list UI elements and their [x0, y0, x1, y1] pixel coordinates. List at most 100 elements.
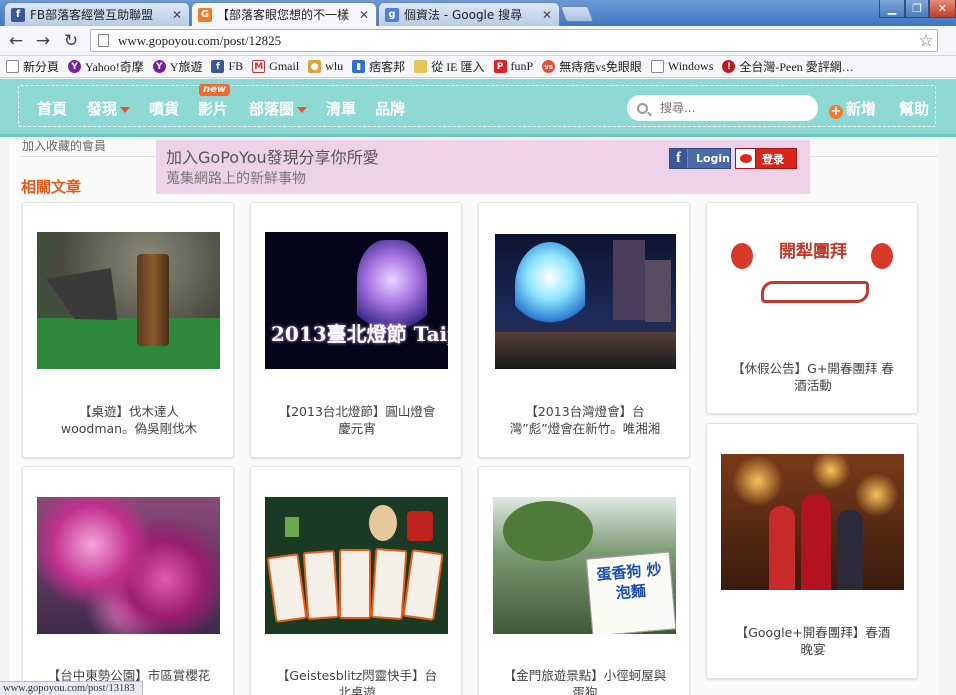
help-link[interactable]: 幫助 — [899, 98, 929, 119]
article-card[interactable]: 【台中東勢公園】市區賞櫻花 — [22, 466, 234, 695]
bookmark-label: wlu — [325, 59, 344, 73]
minimize-icon[interactable]: ▁ — [879, 0, 905, 18]
google-icon: g — [385, 7, 399, 22]
bookmark-item[interactable]: M Gmail — [252, 59, 299, 74]
article-card[interactable]: 蛋香狗 炒泡麵 【金門旅遊景點】小徑蚵屋與蛋狗 — [478, 466, 690, 695]
bookmark-item[interactable]: f FB — [211, 59, 243, 74]
nav-lists[interactable]: 清單 — [326, 98, 356, 119]
bookmark-label: FB — [228, 59, 244, 73]
article-thumbnail[interactable] — [721, 454, 904, 590]
tab-title: 個資法 - Google 搜尋 — [404, 8, 523, 22]
tree-shape — [503, 501, 593, 561]
yahoo-icon: Y — [68, 60, 82, 73]
nav-videos[interactable]: 影片 — [198, 98, 228, 119]
add-button[interactable]: + 新增 — [829, 98, 876, 119]
bookmark-item[interactable]: PfunP — [493, 59, 533, 74]
weibo-login-label: 登录 — [762, 152, 784, 166]
search-input[interactable] — [660, 101, 800, 115]
table-surface — [37, 318, 220, 369]
bookmark-item[interactable]: ▮ 痞客邦 — [352, 58, 405, 75]
article-caption[interactable]: 【Geistesblitz閃靈快手】台北桌遊 — [275, 667, 439, 695]
photo-overlay-text: 蛋香狗 炒泡麵 — [595, 560, 663, 603]
bookmark-item[interactable]: ● wlu — [308, 59, 343, 74]
article-thumbnail[interactable]: 開犁團拜 — [721, 233, 904, 326]
bookmark-label: 全台灣-Peen 愛評網… — [739, 60, 854, 74]
maximize-icon[interactable]: ❐ — [905, 0, 929, 18]
article-card[interactable]: 【Geistesblitz閃靈快手】台北桌遊 — [250, 466, 462, 695]
bookmark-label: 新分頁 — [23, 60, 60, 74]
nav-brands[interactable]: 品牌 — [375, 98, 405, 119]
tab-gopoyou[interactable]: G 【部落客眼您想的不一樣 ✕ — [191, 2, 377, 26]
window-close-icon[interactable]: ✕ — [929, 0, 956, 18]
browser-status-bar: www.gopoyou.com/post/13183 — [0, 681, 143, 695]
article-thumbnail[interactable] — [495, 234, 676, 369]
article-caption[interactable]: 【Google+開春團拜】春酒晚宴 — [731, 624, 895, 658]
add-label: 新增 — [846, 100, 877, 118]
chair-shape — [407, 511, 433, 541]
article-thumbnail[interactable] — [37, 232, 220, 369]
article-card[interactable]: 2013臺北燈節 Taipei 【2013台北燈節】圓山燈會慶元宵 — [250, 202, 462, 458]
person-shape — [837, 510, 863, 590]
god-costume-shape — [801, 494, 831, 590]
article-caption[interactable]: 【金門旅遊景點】小徑蚵屋與蛋狗 — [503, 667, 667, 695]
tiger-lantern-glow — [515, 242, 585, 330]
tab-google-search[interactable]: g 個資法 - Google 搜尋 ✕ — [378, 2, 560, 26]
plus-icon: + — [829, 104, 843, 119]
new-tab-button[interactable] — [560, 6, 594, 22]
bookmark-item[interactable]: Y Y旅遊 — [152, 58, 203, 75]
close-icon[interactable]: ✕ — [541, 8, 553, 22]
bookmark-item[interactable]: vs 無痔痞vs免眼眼 — [542, 58, 642, 75]
weibo-login-button[interactable]: 登录 — [735, 148, 797, 169]
game-card-shape — [339, 549, 371, 619]
article-thumbnail[interactable]: 蛋香狗 炒泡麵 — [493, 497, 676, 634]
lantern-shape — [871, 243, 893, 269]
article-card[interactable]: 開犁團拜 【休假公告】G+開春團拜 春酒活動 — [706, 202, 918, 414]
article-caption[interactable]: 【桌遊】伐木達人 woodman。偽吳剛伐木 — [47, 403, 211, 437]
address-url[interactable]: www.gopoyou.com/post/12825 — [118, 33, 915, 49]
reload-icon[interactable]: ↻ — [60, 30, 82, 52]
building-shape — [613, 240, 645, 320]
site-search-box[interactable] — [627, 95, 818, 121]
article-thumbnail[interactable] — [265, 497, 448, 634]
nav-blog-circle[interactable]: 部落圈 — [249, 98, 308, 119]
bookmark-star-icon[interactable]: ☆ — [915, 31, 937, 51]
gopoyou-icon: G — [198, 7, 212, 22]
bookmark-label: Y旅遊 — [169, 60, 203, 74]
bookmark-item[interactable]: 新分頁 — [6, 58, 59, 75]
back-arrow-icon[interactable]: ← — [5, 30, 27, 52]
bookmark-item[interactable]: ! 全台灣-Peen 愛評網… — [722, 58, 854, 75]
person-shape — [769, 506, 795, 590]
join-banner-title: 加入GoPoYou發現分享你所愛 — [166, 148, 379, 167]
close-icon[interactable]: ✕ — [171, 8, 183, 22]
article-caption[interactable]: 【2013台灣燈會】台灣”彪”燈會在新竹。唯湘湘 — [503, 403, 667, 437]
article-caption[interactable]: 【休假公告】G+開春團拜 春酒活動 — [731, 360, 895, 394]
article-card[interactable]: 【Google+開春團拜】春酒晚宴 — [706, 423, 918, 679]
new-badge: new — [199, 84, 231, 96]
nav-goods[interactable]: 噴貨 — [149, 98, 179, 119]
nav-home[interactable]: 首頁 — [37, 98, 67, 119]
nav-discover[interactable]: 發現 — [87, 98, 131, 119]
article-card[interactable]: 【桌遊】伐木達人 woodman。偽吳剛伐木 — [22, 202, 234, 458]
article-card[interactable]: 【2013台灣燈會】台灣”彪”燈會在新竹。唯湘湘 — [478, 202, 690, 458]
article-caption[interactable]: 【2013台北燈節】圓山燈會慶元宵 — [275, 403, 439, 437]
bookmark-item[interactable]: Windows — [650, 59, 713, 74]
article-thumbnail[interactable]: 2013臺北燈節 Taipei — [265, 232, 448, 369]
facebook-login-button[interactable]: f Login — [669, 148, 731, 169]
forward-arrow-icon[interactable]: → — [32, 30, 54, 52]
address-bar[interactable]: www.gopoyou.com/post/12825 ☆ — [90, 29, 938, 52]
page-icon — [98, 34, 109, 47]
article-thumbnail[interactable] — [37, 497, 220, 634]
bookmark-item[interactable]: 從 IE 匯入 — [414, 58, 485, 75]
facebook-icon: f — [11, 7, 25, 22]
bookmark-item[interactable]: Y Yahoo!奇摩 — [68, 58, 144, 75]
game-card-shape — [302, 549, 340, 621]
close-icon[interactable]: ✕ — [358, 8, 370, 22]
caret-down-icon — [297, 106, 308, 113]
game-card-shape — [266, 553, 308, 623]
search-icon[interactable] — [637, 102, 648, 114]
tab-fb-group[interactable]: f FB部落客經營互助聯盟 ✕ — [4, 2, 190, 26]
nav-discover-label: 發現 — [87, 100, 118, 118]
pixnet-icon: ▮ — [352, 60, 366, 73]
caret-down-icon — [120, 106, 131, 113]
bookmark-label: 從 IE 匯入 — [431, 60, 485, 74]
